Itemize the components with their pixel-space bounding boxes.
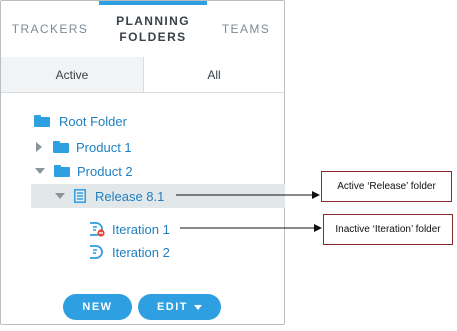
filter-active-button[interactable]: Active [1, 57, 144, 92]
chevron-down-icon [194, 304, 203, 310]
release-callout: Active ‘Release’ folder [321, 171, 452, 202]
tree-item-iteration-1[interactable]: Iteration 1 [88, 218, 170, 240]
active-tab-indicator [99, 1, 207, 5]
tree-item-release-8-1[interactable]: Release 8.1 [31, 184, 285, 208]
iteration-callout-text: Inactive ‘Iteration’ folder [335, 224, 441, 235]
release-icon [74, 189, 86, 203]
folder-icon [53, 141, 69, 153]
iteration-callout: Inactive ‘Iteration’ folder [323, 214, 453, 245]
filter-all-label: All [207, 67, 221, 82]
edit-button-label: EDIT [156, 301, 189, 313]
collapse-caret-icon[interactable] [35, 168, 45, 174]
tree-item-label: Iteration 1 [112, 221, 170, 237]
tree-item-product-1[interactable]: Product 1 [36, 136, 132, 158]
edit-button[interactable]: EDIT [138, 294, 221, 320]
tree-item-label: Iteration 2 [112, 244, 170, 260]
folder-icon [54, 165, 70, 177]
inactive-iteration-icon [90, 222, 105, 237]
tree-item-label: Product 2 [77, 163, 133, 179]
iteration-icon [90, 245, 103, 259]
tree-item-root-folder[interactable]: Root Folder [34, 110, 127, 132]
tab-trackers[interactable]: TRACKERS [1, 1, 99, 56]
tab-planning-folders[interactable]: PLANNING FOLDERS [99, 1, 207, 56]
tab-teams-label: TEAMS [221, 21, 271, 36]
expand-caret-icon[interactable] [36, 142, 42, 152]
tab-teams[interactable]: TEAMS [207, 1, 285, 56]
tree-item-iteration-2[interactable]: Iteration 2 [88, 241, 170, 263]
tree-item-label: Release 8.1 [95, 188, 165, 204]
release-callout-text: Active ‘Release’ folder [337, 181, 436, 192]
folder-icon [34, 115, 50, 127]
tab-trackers-label: TRACKERS [11, 21, 89, 36]
tab-bar: TRACKERS PLANNING FOLDERS TEAMS [1, 1, 284, 58]
filter-all-button[interactable]: All [144, 57, 284, 92]
planning-panel: TRACKERS PLANNING FOLDERS TEAMS Active A… [0, 0, 285, 325]
collapse-caret-icon[interactable] [55, 193, 65, 199]
tree-item-label: Product 1 [76, 139, 132, 155]
filter-active-label: Active [55, 67, 89, 82]
tree-item-product-2[interactable]: Product 2 [35, 160, 133, 182]
new-button[interactable]: NEW [63, 294, 132, 320]
tree-item-label: Root Folder [59, 113, 127, 129]
new-button-label: NEW [82, 301, 113, 313]
status-filter: Active All [1, 57, 284, 93]
tab-planning-folders-label: PLANNING FOLDERS [116, 13, 190, 44]
